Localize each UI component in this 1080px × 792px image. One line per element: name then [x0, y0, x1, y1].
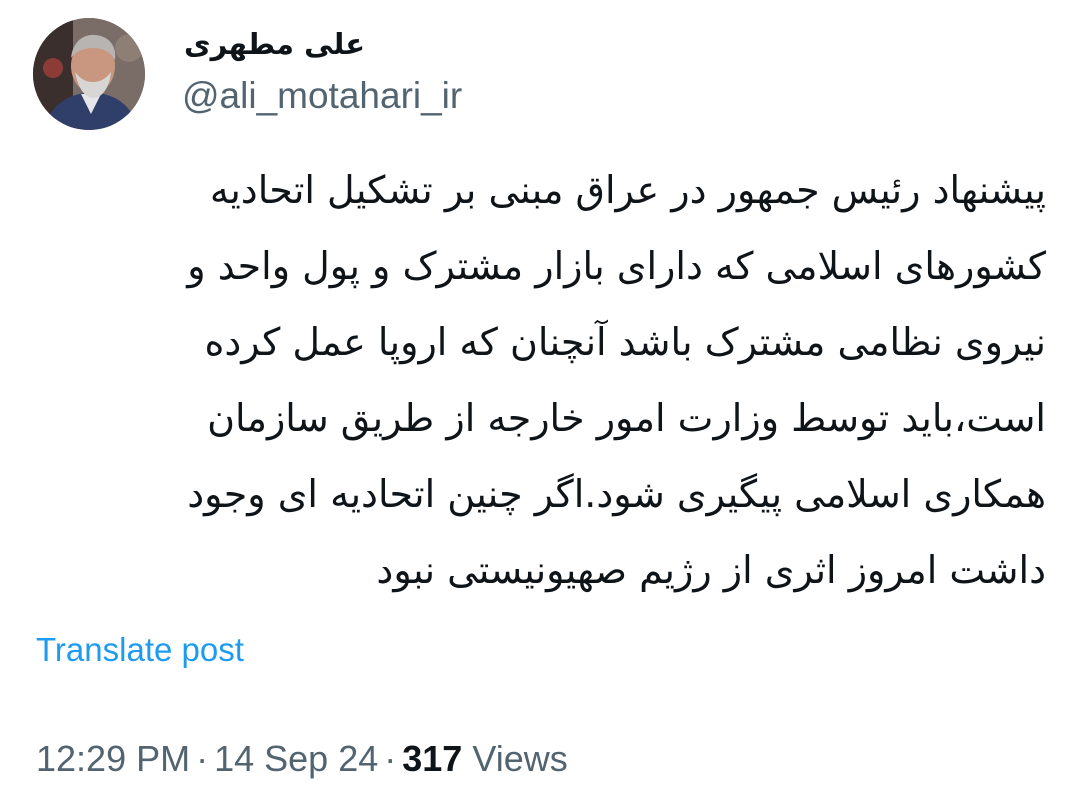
- translate-post-link[interactable]: Translate post: [36, 628, 244, 672]
- post-text-line: کشورهای اسلامی که دارای بازار مشترک و پو…: [187, 244, 1046, 288]
- author-handle[interactable]: @ali_motahari_ir: [182, 74, 462, 118]
- post-metadata: 12:29 PM · 14 Sep 24 · 317 Views: [36, 736, 568, 782]
- views-label: Views: [472, 738, 568, 779]
- views-count: 317: [402, 738, 463, 779]
- author-display-name[interactable]: علی مطهری: [184, 24, 365, 64]
- avatar-image: [33, 18, 145, 130]
- post-card: علی مطهری @ali_motahari_ir پیشنهاد رئیس …: [0, 0, 1080, 792]
- post-text-line: داشت امروز اثری از رژیم صهیونیستی نبود: [376, 548, 1046, 592]
- meta-separator: ·: [384, 738, 397, 779]
- post-time[interactable]: 12:29 PM: [36, 738, 190, 779]
- post-text-line: است،باید توسط وزارت امور خارجه از طریق س…: [207, 396, 1046, 440]
- post-text-line: پیشنهاد رئیس جمهور در عراق مبنی بر تشکیل…: [209, 168, 1046, 212]
- post-text-line: همکاری اسلامی پیگیری شود.اگر چنین اتحادی…: [187, 472, 1046, 516]
- avatar[interactable]: [33, 18, 145, 130]
- meta-separator: ·: [196, 738, 209, 779]
- post-text-line: نیروی نظامی مشترک باشد آنچنان که اروپا ع…: [204, 320, 1046, 364]
- post-text: پیشنهاد رئیس جمهور در عراق مبنی بر تشکیل…: [30, 152, 1046, 608]
- post-date[interactable]: 14 Sep 24: [214, 738, 378, 779]
